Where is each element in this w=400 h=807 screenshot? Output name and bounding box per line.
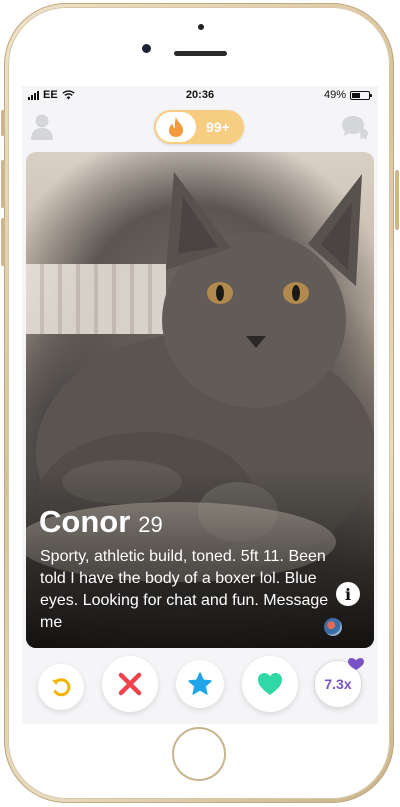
profile-name-row: Conor 29 [39,504,163,540]
flame-icon [169,117,183,137]
power-button [395,170,399,230]
mini-avatar[interactable] [324,618,342,636]
home-button[interactable] [172,727,226,781]
battery-icon [350,90,372,100]
rewind-icon [52,678,71,697]
close-icon [118,672,142,696]
user-profile-icon[interactable] [30,113,54,141]
action-bar: 7.3x [22,652,378,722]
info-button[interactable]: i [336,582,360,606]
profile-name: Conor [39,504,131,539]
chat-bubbles-icon[interactable] [340,114,370,140]
profile-card[interactable]: Conor 29 Sporty, athletic build, toned. … [26,152,374,648]
star-icon [188,672,212,695]
boost-button[interactable]: 7.3x [314,658,364,708]
likes-count-badge: 99+ [206,119,230,135]
top-nav: 99+ [22,106,378,148]
app-screen: EE 20:36 49% 99+ Conor 29 Sporty, athlet… [22,86,378,724]
boost-multiplier: 7.3x [324,676,352,692]
rewind-button[interactable] [38,664,84,710]
like-button[interactable] [242,656,298,712]
heart-badge-icon [348,658,364,670]
nope-button[interactable] [102,656,158,712]
volume-down-button [1,218,5,266]
profile-bio: Sporty, athletic build, toned. 5ft 11. B… [40,548,329,631]
earpiece-speaker [174,51,227,56]
super-like-button[interactable] [176,660,224,708]
discovery-toggle[interactable]: 99+ [154,110,244,144]
volume-up-button [1,160,5,208]
toggle-knob [156,112,196,142]
profile-age: 29 [138,512,163,537]
front-camera [142,44,151,53]
battery-level [352,92,360,98]
mute-switch [1,110,5,136]
status-bar: EE 20:36 49% [22,86,378,104]
proximity-sensor [198,24,204,30]
battery-percent: 49% [323,89,346,101]
heart-icon [258,673,282,695]
status-right: 49% [323,89,372,101]
